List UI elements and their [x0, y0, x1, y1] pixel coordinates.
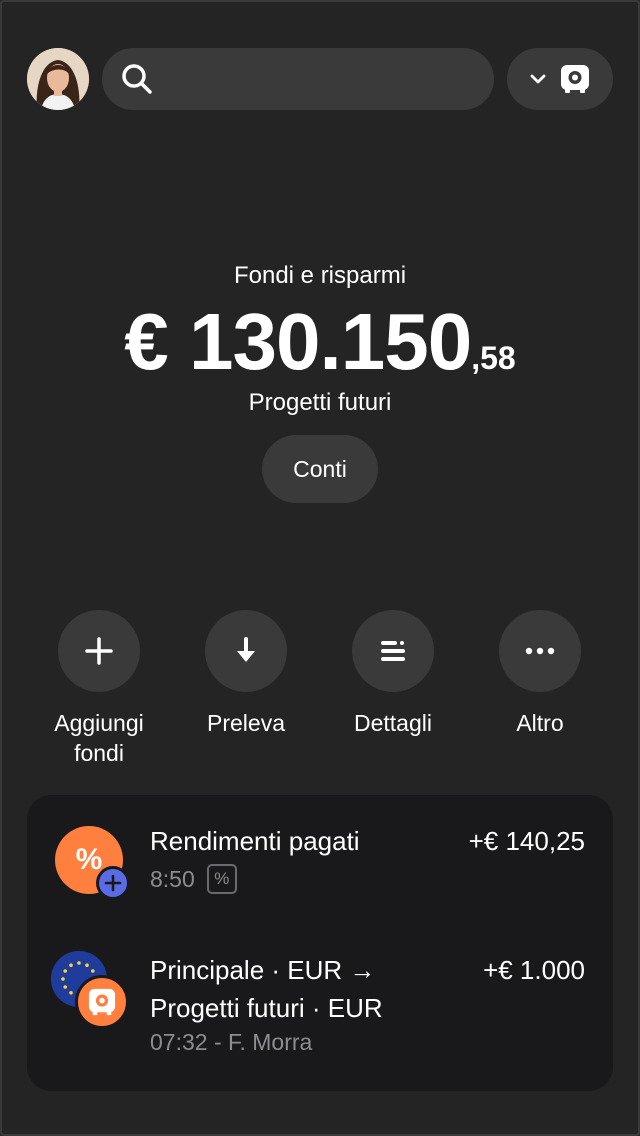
vault-icon: [75, 975, 129, 1029]
transactions-card: % Rendimenti pagati +€ 140,25 8:50 % Pri…: [27, 795, 613, 1091]
more-action[interactable]: Altro: [480, 610, 600, 738]
transaction-amount: +€ 1.000: [483, 955, 585, 985]
balance-main: € 130.150: [124, 297, 472, 386]
vault-icon: [561, 65, 589, 93]
search-input[interactable]: [166, 66, 466, 92]
chevron-down-icon: [530, 74, 546, 84]
search-bar[interactable]: [102, 48, 494, 110]
balance-amount: € 130.150,58: [0, 296, 640, 388]
transaction-title-line2: Progetti futuri · EUR: [150, 993, 383, 1023]
more-dots-icon: [525, 647, 555, 655]
pocket-name: Progetti futuri: [248, 389, 392, 416]
add-funds-button[interactable]: [58, 610, 140, 692]
more-label: Altro: [516, 710, 564, 736]
details-list-icon: [381, 641, 405, 661]
percent-tag-icon: %: [206, 864, 237, 894]
arrow-down-icon: [237, 637, 255, 662]
add-funds-label-line1: Aggiungi: [54, 710, 144, 736]
account-switcher-button[interactable]: [507, 48, 613, 110]
section-title: Fondi e risparmi: [233, 262, 407, 289]
add-funds-label-line2: fondi: [74, 740, 124, 766]
transaction-title: Rendimenti pagati: [150, 826, 360, 856]
search-icon: [122, 64, 152, 94]
add-funds-label: Aggiungi fondi: [39, 708, 159, 768]
transaction-meta: 07:32 - F. Morra: [150, 1029, 313, 1055]
transaction-row[interactable]: % Rendimenti pagati +€ 140,25 8:50 %: [27, 795, 613, 925]
details-action[interactable]: Dettagli: [333, 610, 453, 738]
accounts-button[interactable]: Conti: [262, 435, 378, 503]
transaction-row[interactable]: Principale · EUR → Progetti futuri · EUR…: [27, 925, 613, 1091]
transaction-title-line1: Principale · EUR →: [150, 955, 376, 985]
transaction-meta: 8:50 %: [150, 864, 237, 894]
user-avatar-photo: [27, 48, 89, 110]
withdraw-button[interactable]: [205, 610, 287, 692]
details-label: Dettagli: [354, 710, 432, 736]
withdraw-action[interactable]: Preleva: [186, 610, 306, 738]
withdraw-label: Preleva: [207, 710, 285, 736]
more-button[interactable]: [499, 610, 581, 692]
transaction-amount: +€ 140,25: [468, 826, 585, 856]
transaction-time: 8:50: [150, 865, 195, 892]
details-button[interactable]: [352, 610, 434, 692]
balance-decimals: ,58: [471, 340, 516, 376]
plus-badge-icon: [96, 866, 130, 900]
add-funds-action[interactable]: Aggiungi fondi: [39, 610, 159, 768]
plus-icon: [85, 637, 113, 665]
avatar[interactable]: [27, 48, 89, 110]
